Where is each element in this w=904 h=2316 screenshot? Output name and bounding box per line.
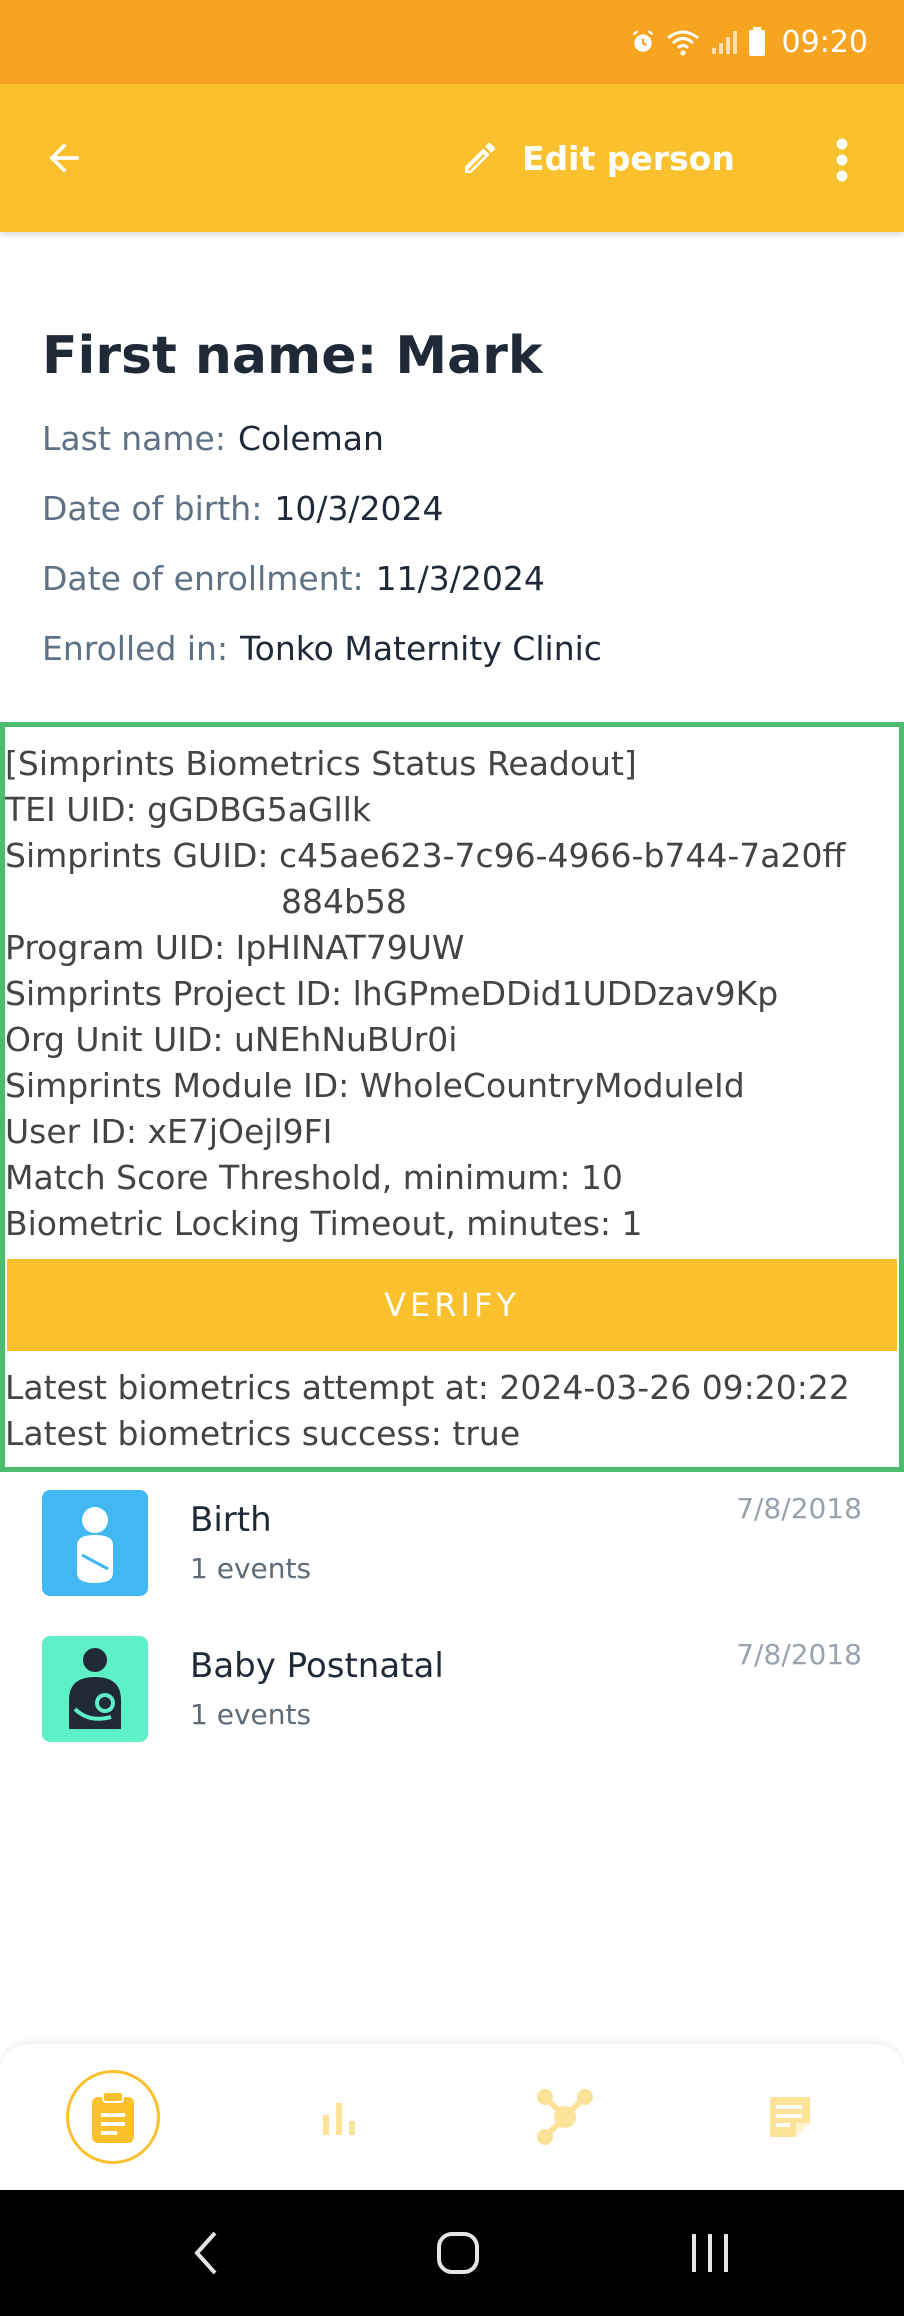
mother-child-icon bbox=[42, 1636, 148, 1742]
readout-header: [Simprints Biometrics Status Readout] bbox=[5, 744, 637, 783]
app-bar: Edit person bbox=[0, 84, 904, 232]
detail-value: Coleman bbox=[237, 419, 384, 458]
relationships-icon bbox=[537, 2089, 593, 2145]
readout-lines: [Simprints Biometrics Status Readout] TE… bbox=[5, 741, 899, 1247]
system-back-button[interactable] bbox=[166, 2220, 246, 2286]
person-title: First name: Mark bbox=[42, 326, 543, 386]
readout-program-uid: Program UID: IpHINAT79UW bbox=[5, 928, 465, 967]
stage-name: Birth bbox=[190, 1500, 272, 1540]
stage-event-count: 1 events bbox=[190, 1698, 312, 1731]
readout-match-threshold: Match Score Threshold, minimum: 10 bbox=[5, 1158, 623, 1197]
detail-row-date-of-enrollment: Date of enrollment: 11/3/2024 bbox=[42, 544, 862, 614]
system-home-icon bbox=[437, 2232, 479, 2274]
clipboard-icon bbox=[92, 2091, 134, 2143]
bar-chart-icon bbox=[323, 2103, 355, 2135]
more-options-button[interactable] bbox=[822, 132, 862, 188]
nav-analytics-tab[interactable] bbox=[284, 2062, 394, 2172]
readout-latest-attempt: Latest biometrics attempt at: 2024-03-26… bbox=[5, 1368, 850, 1407]
stage-event-count: 1 events bbox=[190, 1552, 312, 1585]
status-bar: 09:20 bbox=[0, 0, 904, 84]
battery-icon bbox=[748, 27, 766, 57]
stage-item-baby-postnatal[interactable]: Baby Postnatal 1 events 7/8/2018 bbox=[42, 1636, 862, 1746]
detail-label: Date of enrollment: bbox=[42, 559, 364, 598]
baby-icon bbox=[42, 1490, 148, 1596]
edit-person-button[interactable]: Edit person bbox=[460, 126, 735, 190]
detail-value: Tonko Maternity Clinic bbox=[240, 629, 602, 668]
readout-simprints-guid-cont: 884b58 bbox=[281, 882, 407, 921]
readout-project-id: Simprints Project ID: lhGPmeDDid1UDDzav9… bbox=[5, 974, 779, 1013]
system-recents-icon bbox=[692, 2234, 728, 2272]
system-recents-button[interactable] bbox=[670, 2220, 750, 2286]
back-button[interactable] bbox=[34, 128, 94, 188]
pencil-icon bbox=[465, 142, 495, 173]
readout-tei-uid: TEI UID: gGDBG5aGllk bbox=[5, 790, 371, 829]
wifi-icon bbox=[666, 28, 700, 56]
readout-simprints-guid: Simprints GUID: c45ae623-7c96-4966-b744-… bbox=[5, 836, 846, 875]
status-time: 09:20 bbox=[781, 24, 868, 60]
detail-value: 11/3/2024 bbox=[375, 559, 545, 598]
more-vert-icon bbox=[836, 138, 848, 182]
detail-row-date-of-birth: Date of birth: 10/3/2024 bbox=[42, 474, 862, 544]
detail-label: Enrolled in: bbox=[42, 629, 229, 668]
system-navigation-bar bbox=[0, 2190, 904, 2316]
stage-date: 7/8/2018 bbox=[736, 1638, 862, 1671]
nav-details-tab[interactable] bbox=[66, 2070, 160, 2164]
readout-footer: Latest biometrics attempt at: 2024-03-26… bbox=[5, 1365, 899, 1457]
alarm-icon bbox=[630, 29, 656, 55]
readout-module-id: Simprints Module ID: WholeCountryModuleI… bbox=[5, 1066, 745, 1105]
nav-relationships-tab[interactable] bbox=[510, 2062, 620, 2172]
readout-org-unit-uid: Org Unit UID: uNEhNuBUr0i bbox=[5, 1020, 458, 1059]
stage-date: 7/8/2018 bbox=[736, 1492, 862, 1525]
nav-notes-tab[interactable] bbox=[735, 2062, 845, 2172]
arrow-back-icon bbox=[49, 143, 79, 173]
readout-locking-timeout: Biometric Locking Timeout, minutes: 1 bbox=[5, 1204, 643, 1243]
readout-latest-success: Latest biometrics success: true bbox=[5, 1414, 521, 1453]
system-home-button[interactable] bbox=[418, 2220, 498, 2286]
stage-item-birth[interactable]: Birth 1 events 7/8/2018 bbox=[42, 1490, 862, 1600]
detail-row-enrolled-in: Enrolled in: Tonko Maternity Clinic bbox=[42, 614, 862, 684]
simprints-readout-panel: [Simprints Biometrics Status Readout] TE… bbox=[0, 722, 904, 1472]
signal-icon bbox=[710, 28, 738, 56]
detail-label: Last name: bbox=[42, 419, 226, 458]
edit-person-label: Edit person bbox=[522, 138, 735, 178]
detail-label: Date of birth: bbox=[42, 489, 263, 528]
bottom-navigation bbox=[0, 2044, 904, 2190]
readout-user-id: User ID: xE7jOejl9FI bbox=[5, 1112, 333, 1151]
detail-value: 10/3/2024 bbox=[274, 489, 444, 528]
detail-row-last-name: Last name: Coleman bbox=[42, 404, 862, 474]
stage-name: Baby Postnatal bbox=[190, 1646, 444, 1686]
notes-icon bbox=[770, 2097, 810, 2137]
system-back-icon bbox=[194, 2231, 217, 2275]
person-details: First name: Mark Last name: Coleman Date … bbox=[42, 318, 862, 684]
verify-button[interactable]: VERIFY bbox=[7, 1259, 897, 1351]
